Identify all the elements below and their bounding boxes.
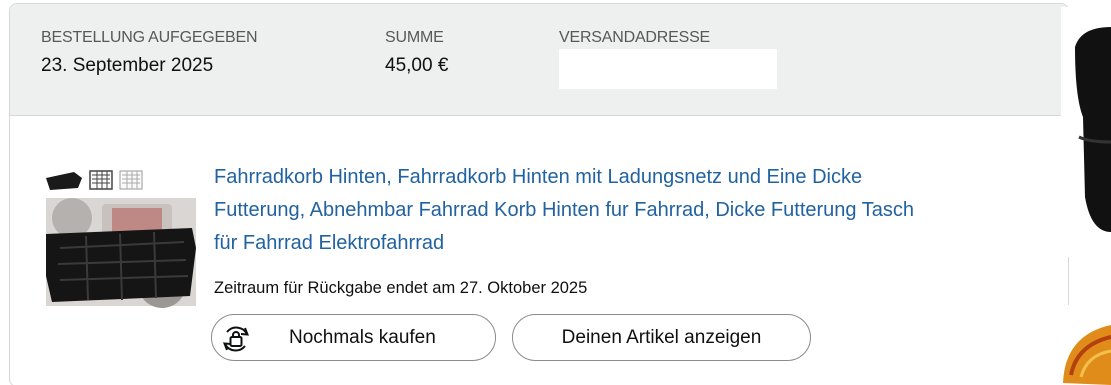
side-product-image[interactable]: [1061, 7, 1111, 257]
product-title-line: für Fahrrad Elektrofahrrad: [214, 232, 445, 254]
order-total-column: SUMME 45,00 €: [385, 28, 448, 79]
order-date-column: BESTELLUNG AUFGEGEBEN 23. September 2025: [41, 28, 258, 79]
shipping-address-label: VERSANDADRESSE: [559, 29, 711, 46]
shipping-address-column: VERSANDADRESSE: [559, 28, 777, 89]
return-window-text: Zeitraum für Rückgabe endet am 27. Oktob…: [214, 279, 588, 297]
order-total-value: 45,00 €: [385, 55, 449, 76]
product-title-link[interactable]: Fahrradkorb Hinten, Fahrradkorb Hinten m…: [214, 161, 1064, 260]
buy-again-button[interactable]: Nochmals kaufen: [211, 314, 496, 361]
order-header: BESTELLUNG AUFGEGEBEN 23. September 2025…: [10, 4, 1068, 116]
product-thumbnail[interactable]: [42, 156, 198, 308]
side-product-image-lower[interactable]: [1061, 305, 1111, 385]
buy-again-label: Nochmals kaufen: [289, 327, 436, 348]
order-total-label: SUMME: [385, 29, 444, 46]
shipping-address-redacted: [559, 49, 777, 89]
view-item-button[interactable]: Deinen Artikel anzeigen: [512, 314, 811, 361]
rebuy-icon: [222, 326, 250, 352]
order-date-label: BESTELLUNG AUFGEGEBEN: [41, 29, 258, 46]
order-card: BESTELLUNG AUFGEGEBEN 23. September 2025…: [9, 3, 1069, 385]
view-item-label: Deinen Artikel anzeigen: [561, 326, 762, 348]
product-title-line: Fahrradkorb Hinten, Fahrradkorb Hinten m…: [214, 166, 863, 188]
order-date-value: 23. September 2025: [41, 55, 214, 76]
product-title-line: Futterung, Abnehmbar Fahrrad Korb Hinten…: [214, 199, 914, 221]
